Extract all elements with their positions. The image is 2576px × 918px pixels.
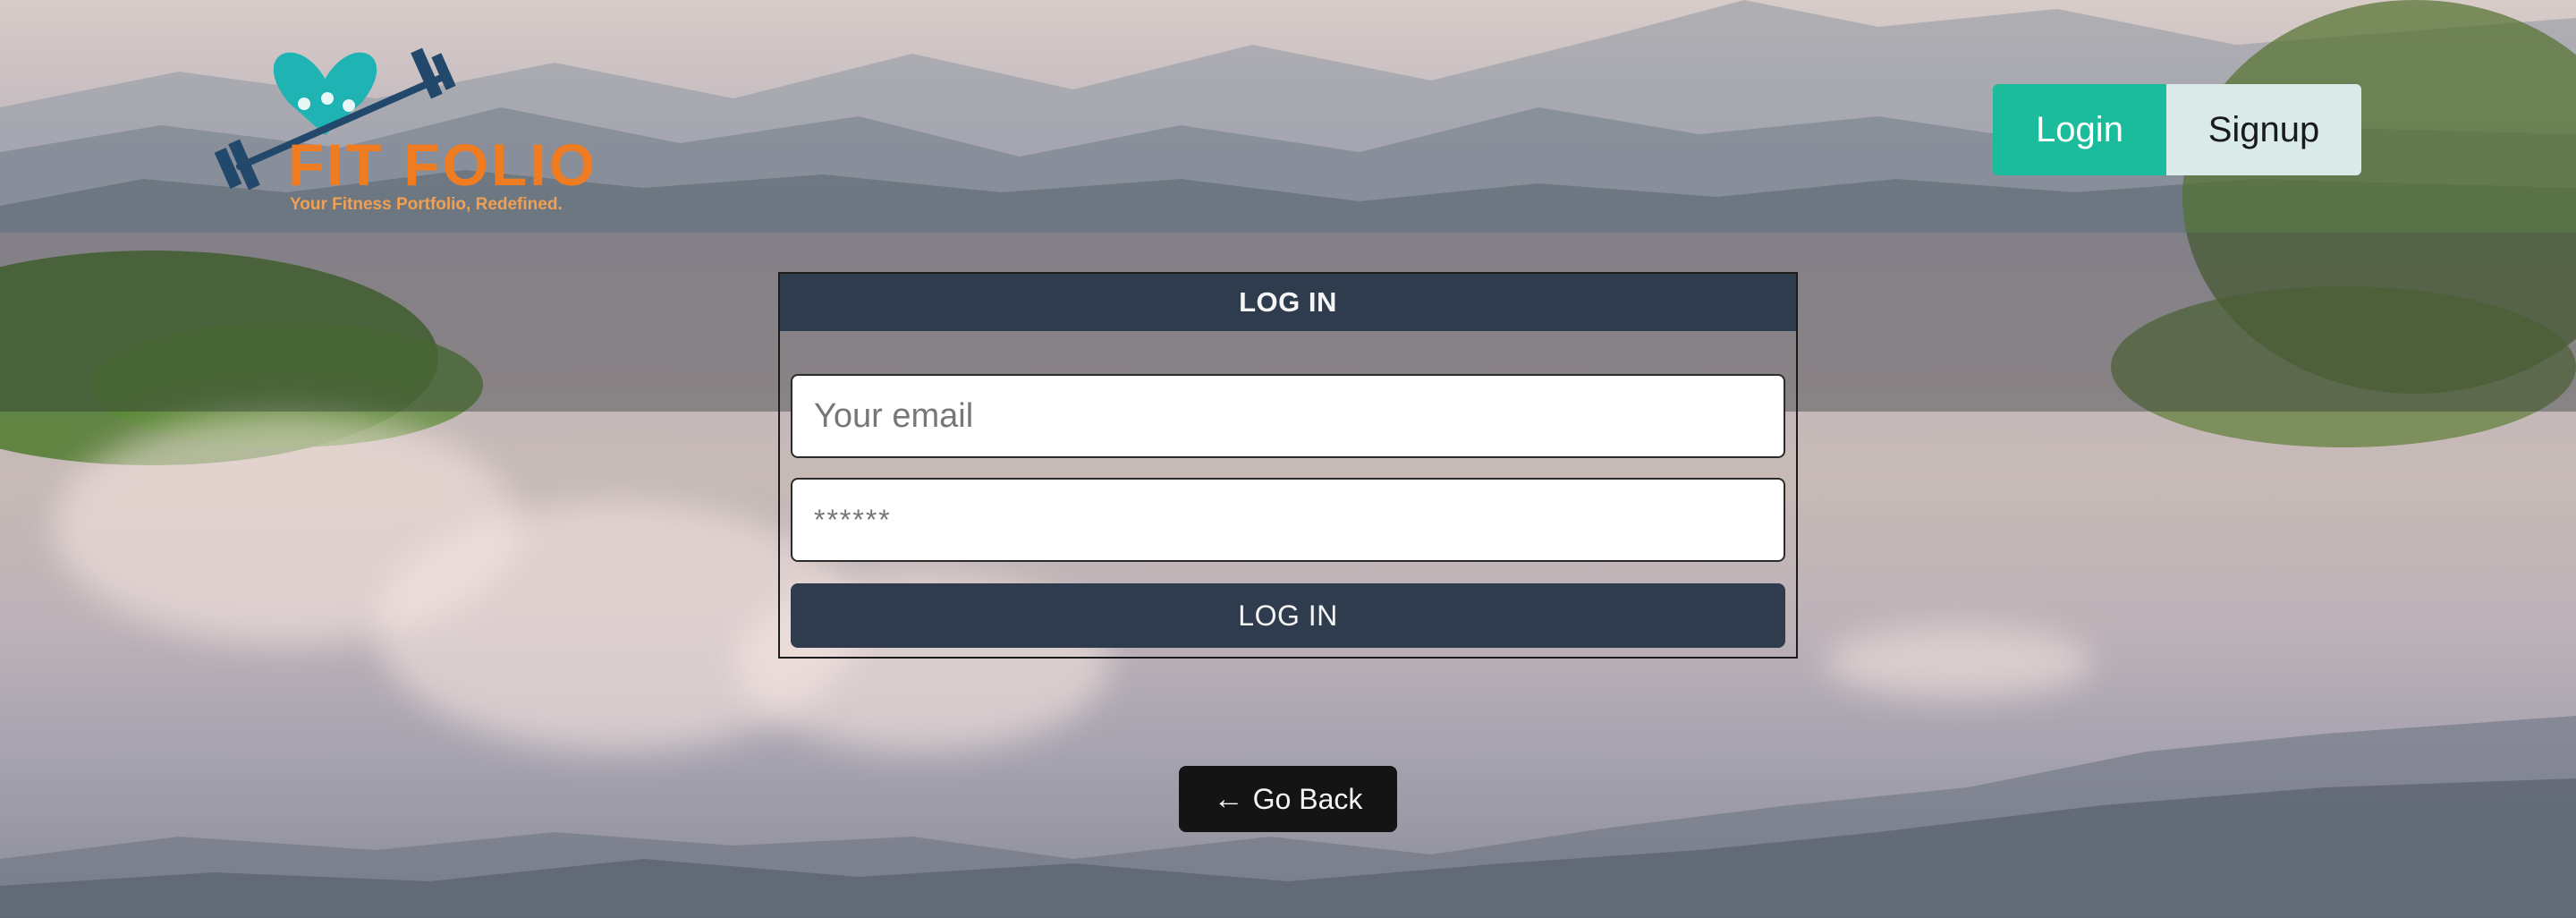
signup-nav-button[interactable]: Signup bbox=[2166, 84, 2361, 175]
logo-title: FIT FOLIO bbox=[288, 132, 597, 198]
site-header: FIT FOLIO Your Fitness Portfolio, Redefi… bbox=[0, 0, 2576, 233]
left-arrow-icon: ← bbox=[1213, 781, 1244, 816]
login-form: LOG IN LOG IN bbox=[778, 272, 1798, 659]
login-submit-button[interactable]: LOG IN bbox=[791, 583, 1785, 648]
password-field[interactable] bbox=[791, 478, 1785, 562]
email-field[interactable] bbox=[791, 374, 1785, 458]
go-back-label: Go Back bbox=[1252, 782, 1363, 815]
go-back-button[interactable]: ← Go Back bbox=[1179, 766, 1397, 832]
auth-nav: Login Signup bbox=[1993, 84, 2361, 175]
logo-tagline: Your Fitness Portfolio, Redefined. bbox=[290, 195, 563, 214]
login-nav-button[interactable]: Login bbox=[1993, 84, 2166, 175]
login-form-title: LOG IN bbox=[780, 274, 1796, 331]
